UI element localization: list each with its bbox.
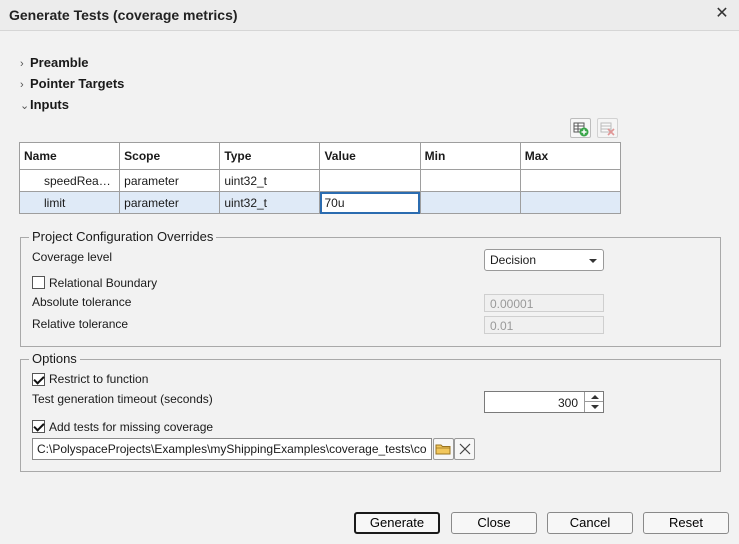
relational-boundary-label: Relational Boundary xyxy=(49,276,158,290)
section-pointer-targets[interactable]: › Pointer Targets xyxy=(20,76,124,91)
cancel-button[interactable]: Cancel xyxy=(547,512,633,534)
browse-folder-button[interactable] xyxy=(433,438,454,460)
remove-row-button[interactable] xyxy=(597,118,618,138)
column-header-min[interactable]: Min xyxy=(419,142,521,170)
restrict-to-function-label: Restrict to function xyxy=(49,372,149,386)
column-header-name[interactable]: Name xyxy=(18,142,121,170)
timeout-spinner[interactable]: 300 xyxy=(484,391,604,413)
timeout-value[interactable]: 300 xyxy=(558,396,578,410)
cell-min[interactable] xyxy=(419,169,521,192)
table-header-row: Name Scope Type Value Min Max xyxy=(18,142,622,170)
section-inputs[interactable]: ⌄Inputs xyxy=(20,97,69,112)
table-row[interactable]: limit parameter uint32_t 70u xyxy=(18,191,622,214)
column-header-scope[interactable]: Scope xyxy=(119,142,221,170)
absolute-tolerance-label: Absolute tolerance xyxy=(32,295,132,309)
add-row-button[interactable] xyxy=(570,118,591,138)
coverage-level-value: Decision xyxy=(490,253,537,267)
title-bar: Generate Tests (coverage metrics) ✕ xyxy=(0,0,739,31)
cell-min[interactable] xyxy=(419,191,521,214)
add-row-icon xyxy=(573,122,589,137)
cell-scope[interactable]: parameter xyxy=(119,169,221,192)
cell-max[interactable] xyxy=(519,191,622,214)
column-header-value[interactable]: Value xyxy=(319,142,421,170)
chevron-right-icon: › xyxy=(20,79,24,91)
cell-type[interactable]: uint32_t xyxy=(219,169,321,192)
close-icon[interactable]: ✕ xyxy=(713,5,731,23)
clear-icon xyxy=(459,443,471,455)
dropdown-arrow-icon xyxy=(589,259,597,263)
close-button[interactable]: Close xyxy=(451,512,537,534)
output-path-field[interactable]: C:\PolyspaceProjects\Examples\myShipping… xyxy=(32,438,432,460)
section-inputs-label: Inputs xyxy=(30,97,69,112)
folder-icon xyxy=(435,444,451,455)
cell-value-editor[interactable]: 70u xyxy=(319,191,421,214)
restrict-to-function-checkbox[interactable] xyxy=(32,373,45,386)
window-title: Generate Tests (coverage metrics) xyxy=(9,7,238,23)
cell-scope[interactable]: parameter xyxy=(119,191,221,214)
chevron-down-icon: ⌄ xyxy=(20,100,30,112)
relative-tolerance-field: 0.01 xyxy=(484,316,604,334)
spinner-down-icon[interactable] xyxy=(584,402,603,412)
section-preamble-label: Preamble xyxy=(30,55,89,70)
relative-tolerance-label: Relative tolerance xyxy=(32,317,129,331)
column-header-type[interactable]: Type xyxy=(219,142,321,170)
section-pointer-targets-label: Pointer Targets xyxy=(30,76,125,91)
spinner-up-icon[interactable] xyxy=(584,392,603,402)
config-overrides-legend: Project Configuration Overrides xyxy=(29,229,217,244)
cell-type[interactable]: uint32_t xyxy=(219,191,321,214)
relational-boundary-checkbox[interactable] xyxy=(32,276,45,289)
absolute-tolerance-field: 0.00001 xyxy=(484,294,604,312)
reset-button[interactable]: Reset xyxy=(643,512,729,534)
inputs-table: Name Scope Type Value Min Max speedReadi… xyxy=(18,142,622,214)
cell-name[interactable]: speedReadi... xyxy=(18,169,121,192)
coverage-level-select[interactable]: Decision xyxy=(484,249,604,271)
add-tests-checkbox[interactable] xyxy=(32,420,45,433)
options-legend: Options xyxy=(29,351,80,366)
cell-name[interactable]: limit xyxy=(18,191,121,214)
coverage-level-label: Coverage level xyxy=(32,250,113,264)
chevron-right-icon: › xyxy=(20,58,24,70)
clear-path-button[interactable] xyxy=(454,438,475,460)
remove-row-icon xyxy=(600,122,615,136)
column-header-max[interactable]: Max xyxy=(519,142,622,170)
section-preamble[interactable]: › Preamble xyxy=(20,55,89,70)
cell-value[interactable] xyxy=(319,169,421,192)
add-tests-label: Add tests for missing coverage xyxy=(49,420,214,434)
table-row[interactable]: speedReadi... parameter uint32_t xyxy=(18,169,622,192)
generate-button[interactable]: Generate xyxy=(354,512,440,534)
cell-max[interactable] xyxy=(519,169,622,192)
timeout-label: Test generation timeout (seconds) xyxy=(32,392,213,406)
